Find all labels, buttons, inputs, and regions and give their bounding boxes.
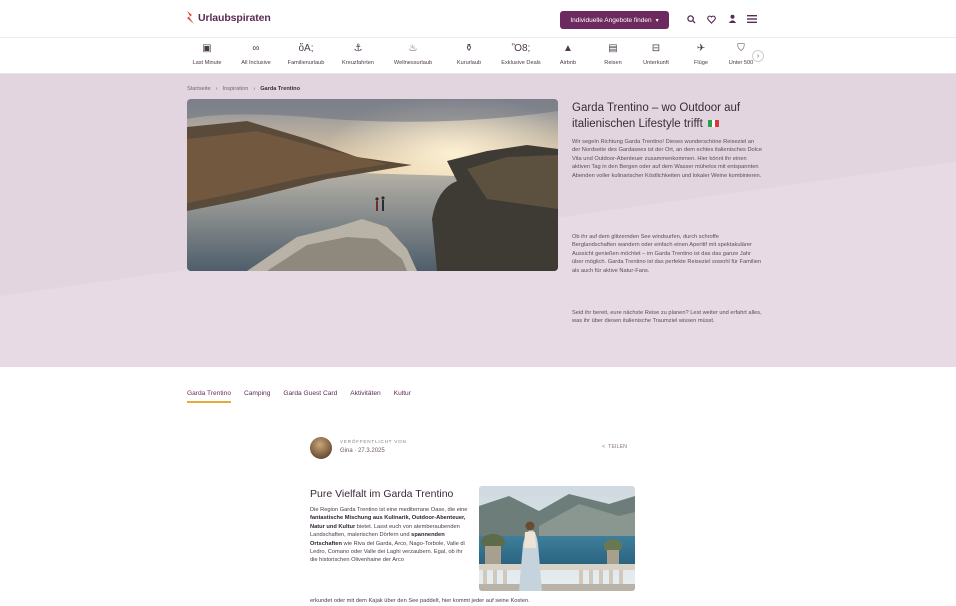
- heart-icon[interactable]: [704, 12, 718, 26]
- family-icon: ὅA;: [298, 43, 314, 54]
- infinity-icon: ∞: [252, 43, 260, 54]
- chevron-down-icon: ▾: [655, 17, 659, 24]
- author-avatar: [310, 437, 332, 459]
- menu-icon[interactable]: [745, 12, 759, 26]
- category-label: Airbnb: [559, 60, 577, 66]
- spa-icon: ♨: [408, 43, 418, 54]
- category-next-button[interactable]: ›: [752, 50, 764, 62]
- category-label: Unterkunft: [643, 60, 669, 66]
- article-body: Die Region Garda Trentino ist eine medit…: [310, 506, 470, 565]
- tab-garda-trentino[interactable]: Garda Trentino: [187, 390, 231, 403]
- category-label: Kreuzfahrten: [341, 60, 375, 66]
- hero-section: Startseite › Inspiration › Garda Trentin…: [0, 74, 956, 367]
- breadcrumb-separator-icon: ›: [253, 86, 256, 92]
- search-icon[interactable]: [684, 12, 698, 26]
- find-offers-label: Individuelle Angebote finden: [570, 16, 652, 24]
- category-label: Exklusive Deals: [501, 60, 541, 66]
- article-text: Die Region Garda Trentino ist eine medit…: [310, 507, 468, 513]
- anchor-icon: ⚓: [353, 43, 363, 54]
- hero-paragraph-2: Ob ihr auf dem glitzernden See windsurfe…: [572, 234, 762, 274]
- tab-garda-guest-card[interactable]: Garda Guest Card: [283, 390, 337, 403]
- category-label: Wellnessurlaub: [393, 60, 433, 66]
- suitcase-icon: ▣: [202, 43, 212, 54]
- author-name-date[interactable]: Gina · 27.3.2025: [340, 448, 385, 454]
- category-wellnessurlaub[interactable]: ♨ Wellnessurlaub: [386, 43, 440, 66]
- share-label: TEILEN: [608, 444, 628, 450]
- category-label: Familienurlaub: [287, 60, 325, 66]
- tab-aktivitaeten[interactable]: Aktivitäten: [350, 390, 380, 403]
- hero-paragraph-1: Wir segeln Richtung Garda Trentino! Dies…: [572, 139, 762, 179]
- bed-icon: ⊟: [651, 43, 661, 54]
- breadcrumb-separator-icon: ›: [215, 86, 218, 92]
- category-kreuzfahrten[interactable]: ⚓ Kreuzfahrten: [331, 43, 385, 66]
- category-all-inclusive[interactable]: ∞ All Inclusive: [229, 43, 283, 66]
- breadcrumb-home[interactable]: Startseite: [187, 86, 211, 92]
- logo[interactable]: Urlaubspiraten: [186, 11, 271, 25]
- top-header: Urlaubspiraten Individuelle Angebote fin…: [0, 0, 956, 38]
- article-body-continued: erkundet oder mit dem Kajak über den See…: [310, 598, 530, 604]
- category-label: Kururlaub: [456, 60, 482, 66]
- breadcrumb: Startseite › Inspiration › Garda Trentin…: [187, 86, 300, 92]
- section-tabs: Garda Trentino Camping Garda Guest Card …: [187, 390, 411, 403]
- article-title: Pure Vielfalt im Garda Trentino: [310, 488, 454, 500]
- category-kururlaub[interactable]: ⚱ Kururlaub: [442, 43, 496, 66]
- category-label: Flüge: [694, 60, 708, 66]
- breadcrumb-current: Garda Trentino: [260, 86, 300, 92]
- logo-text: Urlaubspiraten: [198, 12, 271, 24]
- italy-flag-icon: [708, 120, 720, 128]
- category-label: Unter 500: [728, 60, 754, 66]
- hero-title: Garda Trentino – wo Outdoor auf italieni…: [572, 100, 772, 132]
- find-offers-button[interactable]: Individuelle Angebote finden ▾: [560, 11, 669, 29]
- plane-icon: ✈: [696, 43, 706, 54]
- share-button[interactable]: < TEILEN: [602, 444, 627, 450]
- category-familienurlaub[interactable]: ὅA; Familienurlaub: [279, 43, 333, 66]
- airbnb-icon: ▲: [563, 43, 573, 54]
- user-icon[interactable]: [725, 12, 739, 26]
- tab-camping[interactable]: Camping: [244, 390, 270, 403]
- tab-kultur[interactable]: Kultur: [394, 390, 411, 403]
- category-exklusive-deals[interactable]: Ὃ8; Exklusive Deals: [494, 43, 548, 66]
- hero-image: [187, 99, 558, 271]
- category-nav: ▣ Last Minute ∞ All Inclusive ὅA; Familienu…: [0, 38, 956, 74]
- luggage-icon: ▤: [608, 43, 618, 54]
- hero-paragraph-3: Seid ihr bereit, eure nächste Reise zu p…: [572, 310, 762, 325]
- published-by-label: VERÖFFENTLICHT VON: [340, 439, 407, 444]
- article-image: [479, 486, 635, 591]
- tag-icon: ⛉: [737, 43, 745, 54]
- cocktail-icon: Ὃ8;: [511, 43, 531, 54]
- category-label: Last Minute: [192, 60, 222, 66]
- breadcrumb-inspiration[interactable]: Inspiration: [223, 86, 249, 92]
- logo-mark-icon: [186, 11, 195, 25]
- category-last-minute[interactable]: ▣ Last Minute: [180, 43, 234, 66]
- chevron-right-icon: ›: [756, 52, 760, 60]
- category-label: Reisen: [604, 60, 622, 66]
- category-label: All Inclusive: [241, 60, 271, 66]
- share-icon: <: [602, 444, 606, 450]
- spa-bottle-icon: ⚱: [464, 43, 474, 54]
